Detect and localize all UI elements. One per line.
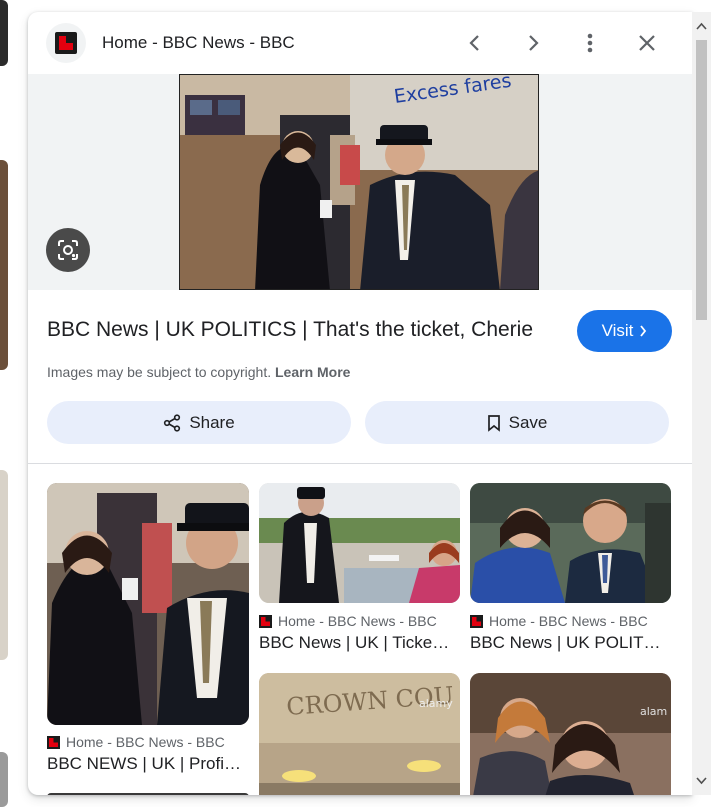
related-image-thumbnail[interactable]: CROWN COU alamy <box>259 673 460 795</box>
related-source[interactable]: Home - BBC News - BBC <box>47 734 225 750</box>
scroll-down-arrow[interactable] <box>696 775 707 787</box>
related-caption[interactable]: BBC News | UK POLIT… <box>470 633 671 653</box>
image-preview-area: Excess fares <box>28 74 692 290</box>
visit-button[interactable]: Visit <box>577 310 672 352</box>
background-strip <box>0 470 8 660</box>
scroll-up-arrow[interactable] <box>696 20 707 32</box>
svg-text:alam: alam <box>640 705 667 718</box>
related-image-thumbnail[interactable]: alam <box>470 673 671 795</box>
share-label: Share <box>189 412 235 432</box>
save-label: Save <box>508 412 548 432</box>
copyright-text: Images may be subject to copyright. <box>47 364 272 380</box>
copyright-notice: Images may be subject to copyright. Lear… <box>47 364 350 380</box>
save-button[interactable]: Save <box>365 401 669 444</box>
bbc-logo-icon[interactable] <box>46 23 86 63</box>
chevron-up-icon <box>696 22 707 30</box>
chevron-right-icon <box>640 325 647 337</box>
related-image-thumbnail[interactable] <box>47 483 249 725</box>
related-image-thumbnail[interactable] <box>47 793 249 795</box>
related-source[interactable]: Home - BBC News - BBC <box>470 613 648 629</box>
bbc-logo-icon <box>470 614 483 628</box>
visit-label: Visit <box>601 321 634 340</box>
google-lens-icon <box>58 240 78 260</box>
chevron-left-icon <box>469 35 479 51</box>
scrollbar-thumb[interactable] <box>696 40 707 320</box>
related-caption[interactable]: BBC News | UK | Ticke… <box>259 633 460 653</box>
result-title[interactable]: BBC News | UK POLITICS | That's the tick… <box>47 318 533 342</box>
related-source-label: Home - BBC News - BBC <box>489 613 648 629</box>
share-button[interactable]: Share <box>47 401 351 444</box>
related-caption[interactable]: BBC NEWS | UK | Profi… <box>47 754 249 774</box>
background-strip <box>0 752 8 807</box>
bbc-logo-icon <box>47 735 60 749</box>
learn-more-link[interactable]: Learn More <box>275 364 350 380</box>
section-divider <box>28 463 692 464</box>
google-lens-button[interactable] <box>46 228 90 272</box>
related-source-label: Home - BBC News - BBC <box>66 734 225 750</box>
related-source[interactable]: Home - BBC News - BBC <box>259 613 437 629</box>
image-preview-panel: Home - BBC News - BBC Excess fares BBC N… <box>28 12 692 795</box>
related-image-thumbnail[interactable] <box>470 483 671 603</box>
site-title[interactable]: Home - BBC News - BBC <box>102 33 295 53</box>
chevron-down-icon <box>696 777 707 785</box>
background-strip <box>0 160 8 370</box>
chevron-right-icon <box>529 35 539 51</box>
share-icon <box>164 413 181 432</box>
bookmark-icon <box>487 414 500 432</box>
main-preview-image[interactable]: Excess fares <box>179 74 539 290</box>
related-source-label: Home - BBC News - BBC <box>278 613 437 629</box>
previous-button[interactable] <box>460 28 490 58</box>
scrollbar[interactable] <box>692 12 711 795</box>
panel-header: Home - BBC News - BBC <box>28 12 692 74</box>
close-button[interactable] <box>632 28 662 58</box>
close-icon <box>639 35 655 51</box>
bbc-logo-icon <box>259 614 272 628</box>
next-button[interactable] <box>518 28 548 58</box>
svg-text:alamy: alamy <box>419 697 453 710</box>
related-image-thumbnail[interactable] <box>259 483 460 603</box>
more-options-button[interactable] <box>575 28 605 58</box>
more-vert-icon <box>587 33 593 53</box>
background-strip <box>0 0 8 66</box>
